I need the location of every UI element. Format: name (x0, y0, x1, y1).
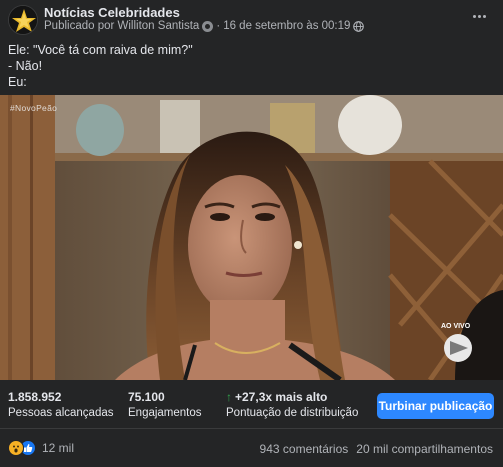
post-meta: Publicado por Williton Santista · 16 de … (44, 20, 365, 32)
reach-label: Pessoas alcançadas (8, 407, 114, 419)
shares-count-link[interactable]: 20 mil compartilhamentos (356, 442, 493, 456)
hashtag-watermark: #NovoPeão (10, 103, 58, 113)
ellipsis-dot (482, 14, 486, 18)
engagement-value: 75.100 (128, 390, 165, 404)
globe-icon (353, 20, 365, 32)
post-date[interactable]: 16 de setembro às 00:19 (223, 20, 350, 32)
caption-line-3: Eu: (8, 75, 27, 89)
comments-count-link[interactable]: 943 comentários (260, 442, 349, 456)
distribution-label: Pontuação de distribuição (226, 407, 359, 419)
caption-line-1: Ele: "Você tá com raiva de mim?" (8, 43, 193, 57)
page-avatar[interactable] (8, 5, 38, 35)
reactions-count: 12 mil (42, 441, 75, 455)
ellipsis-dot (472, 14, 476, 18)
caption-line-2: - Não! (8, 59, 43, 73)
insights-bar: 1.858.952 Pessoas alcançadas 75.100 Enga… (0, 380, 503, 429)
post-image[interactable]: #NovoPeão AO VIVO (0, 95, 503, 380)
post-header: Notícias Celebridades Publicado por Will… (0, 0, 503, 38)
distribution-value: +27,3x mais alto (235, 390, 328, 404)
boost-post-button[interactable]: Turbinar publicação (377, 393, 494, 419)
reactions-summary[interactable]: 12 mil (8, 440, 74, 456)
distribution-stat[interactable]: ↑ +27,3x mais alto Pontuação de distribui… (226, 390, 358, 419)
info-icon[interactable] (202, 20, 214, 32)
reach-value: 1.858.952 (8, 390, 62, 404)
more-options-button[interactable] (467, 6, 491, 26)
reach-stat[interactable]: 1.858.952 Pessoas alcançadas (8, 390, 113, 419)
engagement-label: Engajamentos (128, 407, 202, 419)
ellipsis-dot (477, 14, 481, 18)
engagement-stat[interactable]: 75.100 Engajamentos (128, 390, 202, 419)
page-name[interactable]: Notícias Celebridades (44, 5, 180, 20)
star-logo-icon (9, 6, 37, 34)
post-caption: Ele: "Você tá com raiva de mim?" - Não! … (8, 42, 193, 90)
published-by[interactable]: Publicado por Williton Santista (44, 20, 199, 32)
wow-reaction-icon (8, 440, 24, 456)
live-label: AO VIVO (441, 323, 471, 330)
engagement-counts: 943 comentários 20 mil compartilhamentos (260, 442, 493, 456)
meta-separator: · (216, 20, 221, 32)
post-footer: 12 mil 943 comentários 20 mil compartilh… (0, 430, 503, 467)
photo-illustration (0, 95, 503, 380)
arrow-up-icon: ↑ (226, 390, 232, 404)
